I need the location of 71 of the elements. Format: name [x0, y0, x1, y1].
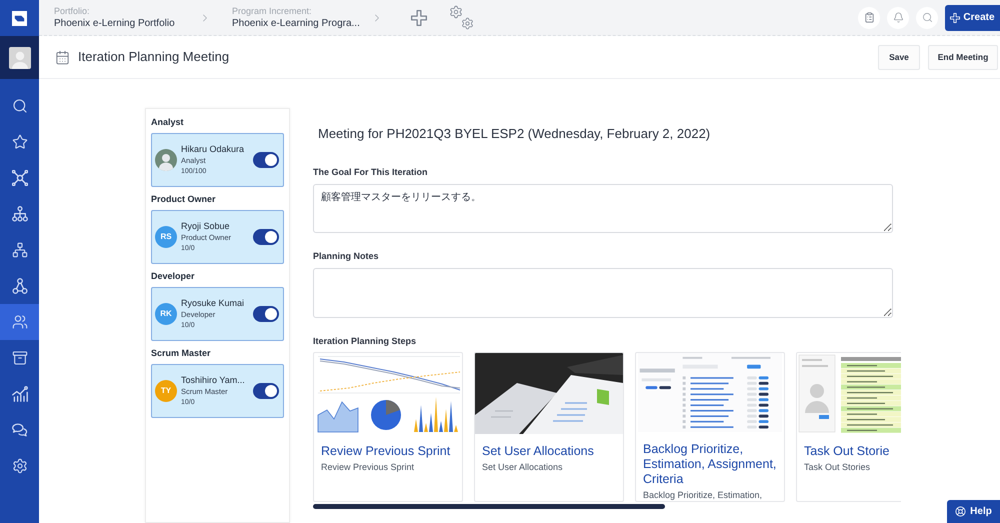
goal-field[interactable]: 顧客管理マスターをリリースする。: [313, 184, 893, 233]
gears-icon[interactable]: [449, 5, 474, 30]
user-avatar-icon[interactable]: [8, 46, 30, 68]
breadcrumb-link[interactable]: Phoenix e-Lerning Portfolio: [54, 16, 175, 30]
logo-icon: [12, 10, 27, 26]
breadcrumb-label: Portfolio:: [54, 4, 90, 16]
notes-field[interactable]: [313, 268, 893, 318]
toggle-switch[interactable]: [253, 383, 279, 399]
toggle-switch[interactable]: [253, 306, 279, 322]
bell-icon: [892, 12, 904, 23]
step-title: Review Previous Sprint: [321, 444, 452, 459]
member-name: Toshihiro Yam...: [181, 374, 245, 386]
connected-nodes-icon: [12, 278, 28, 294]
page-title: Iteration Planning Meeting: [78, 48, 230, 66]
step-card[interactable]: Backlog Prioritize, Estimation, Assignment, Criteria Backlog Prioritize, Estimation,: [635, 352, 785, 502]
pie-chart-drawing: [371, 400, 401, 430]
star-icon: [12, 134, 28, 150]
header-button[interactable]: Save: [878, 44, 920, 70]
lifebuoy-icon: [955, 506, 966, 517]
header-button[interactable]: End Meeting: [928, 44, 998, 70]
role-heading: Analyst: [151, 116, 184, 128]
logo-tile[interactable]: [0, 0, 39, 36]
initials-avatar: RS: [155, 226, 177, 248]
step-description: Backlog Prioritize, Estimation,: [643, 489, 764, 501]
role-heading: Developer: [151, 270, 195, 282]
step-title: Backlog Prioritize, Estimation, Assignment, Criteria: [643, 442, 778, 487]
org-chart-icon: [12, 242, 28, 258]
search-icon: [12, 98, 28, 114]
growth-chart-icon: [12, 386, 28, 402]
field-label: Planning Notes: [313, 250, 379, 262]
archive-box-icon: [12, 350, 28, 366]
step-title: Set User Allocations: [482, 444, 595, 459]
step-description: Task Out Stories: [804, 461, 872, 473]
step-description: Review Previous Sprint: [321, 461, 416, 473]
plus-outline-icon: [411, 10, 427, 26]
member-name: Ryoji Sobue: [181, 220, 231, 232]
sidebar-nav-item[interactable]: [0, 304, 39, 340]
add-button[interactable]: [410, 8, 428, 26]
step-card[interactable]: Task Out Storie Task Out Stories: [796, 352, 901, 502]
create-button[interactable]: Create: [945, 4, 1000, 30]
field-label: The Goal For This Iteration: [313, 166, 428, 178]
chat-bubbles-icon: [12, 422, 28, 438]
member-name: Ryosuke Kumai: [181, 297, 244, 309]
toggle-switch[interactable]: [253, 152, 279, 168]
plus-outline-icon: [950, 12, 960, 22]
breadcrumb-label: Program Increment:: [232, 4, 312, 16]
breadcrumb-link[interactable]: Phoenix e-Learning Progra...: [232, 16, 360, 30]
people-group-icon: [12, 314, 28, 330]
help-button[interactable]: Help: [947, 500, 1000, 523]
toggle-switch[interactable]: [253, 229, 279, 245]
clipboard-icon: [864, 12, 874, 23]
avatar-silhouette-icon: [155, 149, 177, 171]
initials-avatar: TY: [155, 380, 177, 402]
field-label: Iteration Planning Steps: [313, 335, 416, 347]
hierarchy-tree-icon: [12, 206, 28, 222]
clipboard-button[interactable]: [858, 6, 880, 28]
role-heading: Scrum Master: [151, 347, 211, 359]
horizontal-scrollbar[interactable]: [313, 504, 665, 509]
role-heading: Product Owner: [151, 193, 216, 205]
meeting-title: Meeting for PH2021Q3 BYEL ESP2 (Wednesday, February 2, 2022): [317, 125, 710, 143]
settings-icon: [12, 458, 28, 474]
search-icon: [922, 12, 932, 23]
step-card[interactable]: Review Previous Sprint Review Previous Sprint: [313, 352, 463, 502]
area-chart-drawing: [318, 401, 358, 432]
step-title: Task Out Storie: [804, 444, 890, 459]
step-card[interactable]: Set User Allocations Set User Allocations: [474, 352, 624, 502]
member-name: Hikaru Odakura: [181, 143, 244, 155]
step-description: Set User Allocations: [482, 461, 564, 473]
calendar-icon: [55, 50, 70, 64]
initials-avatar: RK: [155, 303, 177, 325]
network-hub-icon: [12, 170, 28, 186]
